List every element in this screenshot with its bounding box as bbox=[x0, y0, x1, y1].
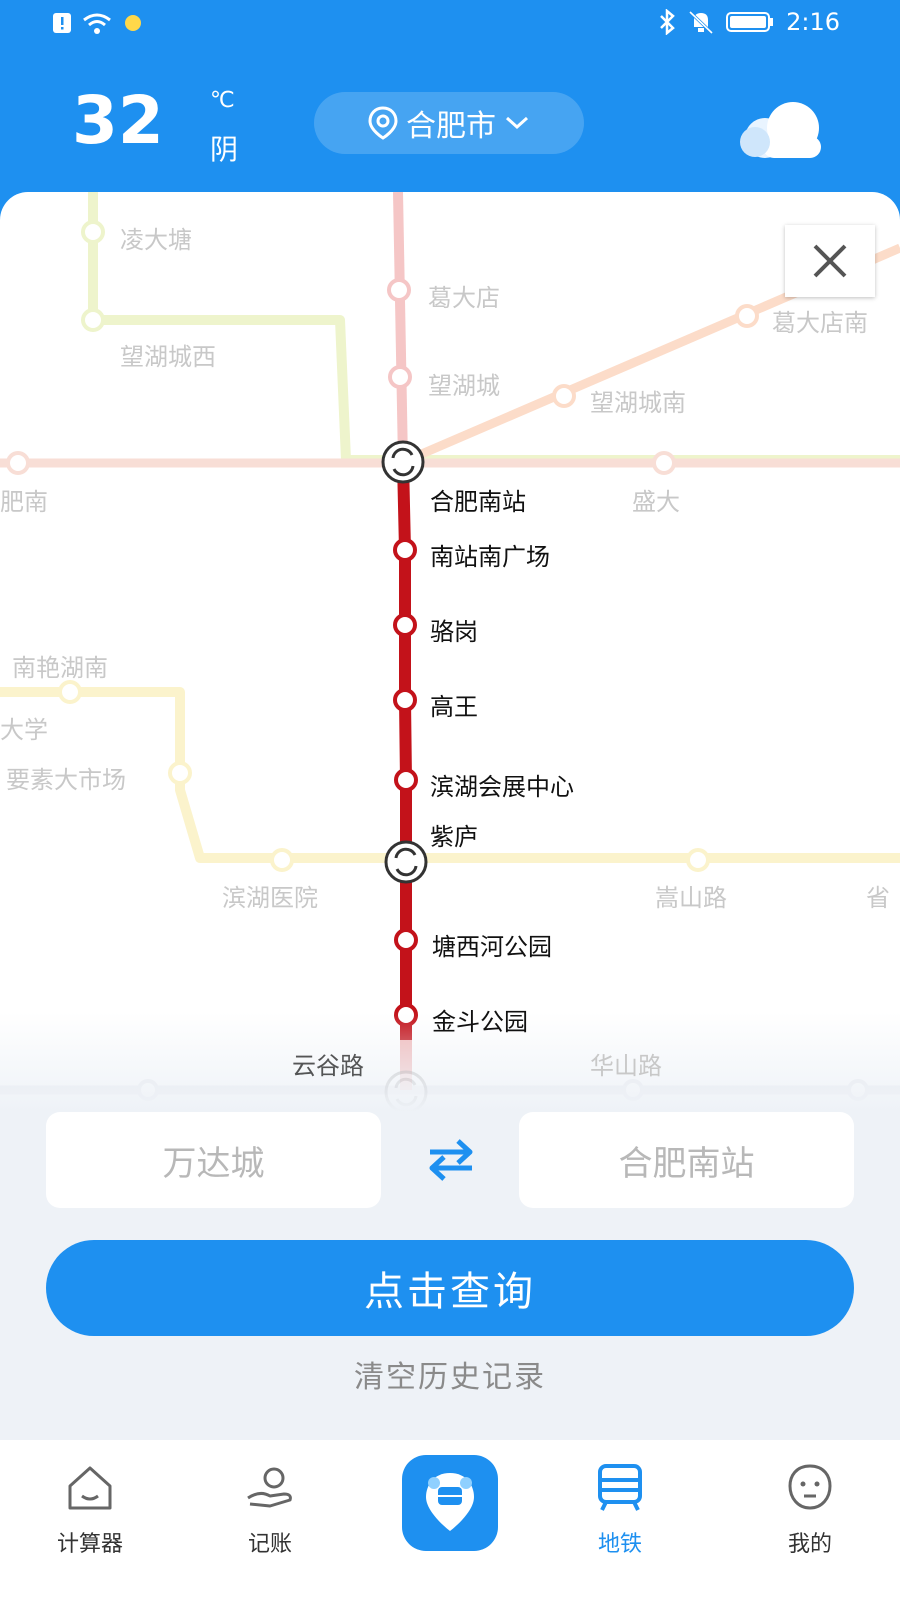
transfer-icon[interactable] bbox=[381, 440, 425, 484]
status-bar: 2:16 bbox=[0, 0, 900, 48]
nav-item-metro[interactable]: 地铁 bbox=[560, 1458, 680, 1558]
map-node bbox=[652, 451, 676, 475]
query-button[interactable]: 点击查询 bbox=[46, 1240, 854, 1336]
nav-label: 我的 bbox=[787, 1532, 832, 1557]
profile-face-icon bbox=[788, 1464, 832, 1510]
station-label-faded: 盛大 bbox=[632, 488, 680, 516]
status-left-icons bbox=[52, 12, 144, 34]
station-label-faded: 凌大塘 bbox=[120, 226, 192, 254]
metro-lines bbox=[0, 192, 900, 1112]
route-inputs: 万达城 合肥南站 bbox=[46, 1112, 854, 1208]
mute-bell-icon bbox=[689, 10, 714, 35]
station-label-faded: 望湖城西 bbox=[120, 343, 216, 371]
station-label-faded: 嵩山路 bbox=[655, 884, 727, 912]
map-node bbox=[6, 451, 30, 475]
close-icon bbox=[813, 244, 847, 278]
wifi-icon bbox=[83, 13, 111, 34]
from-station-input[interactable]: 万达城 bbox=[46, 1112, 381, 1208]
nav-label: 记账 bbox=[247, 1532, 292, 1557]
station-label[interactable]: 紫庐 bbox=[430, 817, 478, 852]
station-label[interactable]: 金斗公园 bbox=[432, 1002, 528, 1037]
station-label-faded: 南艳湖南 bbox=[12, 654, 108, 682]
station-node[interactable] bbox=[393, 538, 417, 562]
station-label[interactable]: 塘西河公园 bbox=[432, 927, 552, 962]
bluetooth-icon bbox=[660, 9, 675, 35]
metro-map-pin-icon bbox=[426, 1473, 474, 1531]
map-node bbox=[168, 761, 192, 785]
station-label-faded: 望湖城南 bbox=[590, 389, 686, 417]
map-node bbox=[388, 365, 412, 389]
nav-item-bookkeeping[interactable]: 记账 bbox=[210, 1458, 330, 1558]
station-label-faded: 华山路 bbox=[590, 1052, 662, 1080]
transfer-icon[interactable] bbox=[384, 840, 428, 884]
station-label-faded: 肥南 bbox=[0, 488, 48, 516]
clear-history-link[interactable]: 清空历史记录 bbox=[0, 1352, 900, 1396]
station-label-faded: 滨湖医院 bbox=[222, 884, 318, 912]
station-label-faded: 望湖城 bbox=[428, 372, 500, 400]
temperature-unit: ℃ bbox=[210, 88, 235, 113]
station-node[interactable] bbox=[393, 613, 417, 637]
status-time: 2:16 bbox=[786, 8, 840, 36]
city-selector[interactable]: 合肥市 bbox=[314, 92, 584, 154]
station-node[interactable] bbox=[394, 928, 418, 952]
to-station-input[interactable]: 合肥南站 bbox=[519, 1112, 854, 1208]
swap-icon[interactable] bbox=[416, 1132, 486, 1188]
battery-icon bbox=[726, 12, 774, 32]
station-label-faded: 葛大店 bbox=[428, 284, 500, 312]
nav-item-mine[interactable]: 我的 bbox=[750, 1458, 870, 1558]
home-icon bbox=[68, 1466, 112, 1510]
nav-item-calculator[interactable]: 计算器 bbox=[30, 1458, 150, 1558]
metro-map[interactable] bbox=[0, 192, 900, 1112]
status-right-icons: 2:16 bbox=[658, 8, 840, 36]
nav-label: 计算器 bbox=[56, 1532, 123, 1557]
map-node bbox=[81, 220, 105, 244]
map-node bbox=[686, 848, 710, 872]
station-label[interactable]: 高王 bbox=[430, 687, 478, 722]
weather-condition: 阴 bbox=[210, 133, 239, 166]
station-label[interactable]: 骆岗 bbox=[430, 612, 478, 647]
chevron-down-icon bbox=[505, 116, 529, 130]
station-label[interactable]: 云谷路 bbox=[292, 1046, 364, 1081]
map-node bbox=[552, 384, 576, 408]
map-node bbox=[81, 308, 105, 332]
map-node bbox=[270, 848, 294, 872]
station-label[interactable]: 合肥南站 bbox=[430, 482, 526, 517]
station-node[interactable] bbox=[393, 688, 417, 712]
map-node bbox=[735, 304, 759, 328]
map-node bbox=[387, 278, 411, 302]
map-node bbox=[58, 680, 82, 704]
station-label[interactable]: 南站南广场 bbox=[430, 537, 550, 572]
cloud-icon bbox=[740, 102, 821, 158]
location-pin-icon bbox=[368, 106, 398, 140]
station-label-faded: 葛大店南 bbox=[772, 309, 868, 337]
close-map-button[interactable] bbox=[785, 225, 875, 297]
city-name: 合肥市 bbox=[406, 109, 496, 144]
alert-icon bbox=[53, 13, 71, 33]
temperature-value: 32 bbox=[72, 82, 164, 159]
station-label-faded: 大学 bbox=[0, 716, 48, 744]
hand-coin-icon bbox=[247, 1467, 292, 1508]
station-node[interactable] bbox=[394, 768, 418, 792]
center-metro-button[interactable] bbox=[402, 1455, 498, 1551]
station-label-faded: 要素大市场 bbox=[6, 766, 126, 794]
station-label-faded: 省 bbox=[866, 884, 890, 912]
weather-small-icon bbox=[125, 15, 141, 31]
nav-label: 地铁 bbox=[597, 1532, 642, 1557]
station-label[interactable]: 滨湖会展中心 bbox=[430, 767, 574, 802]
train-icon bbox=[598, 1464, 642, 1511]
